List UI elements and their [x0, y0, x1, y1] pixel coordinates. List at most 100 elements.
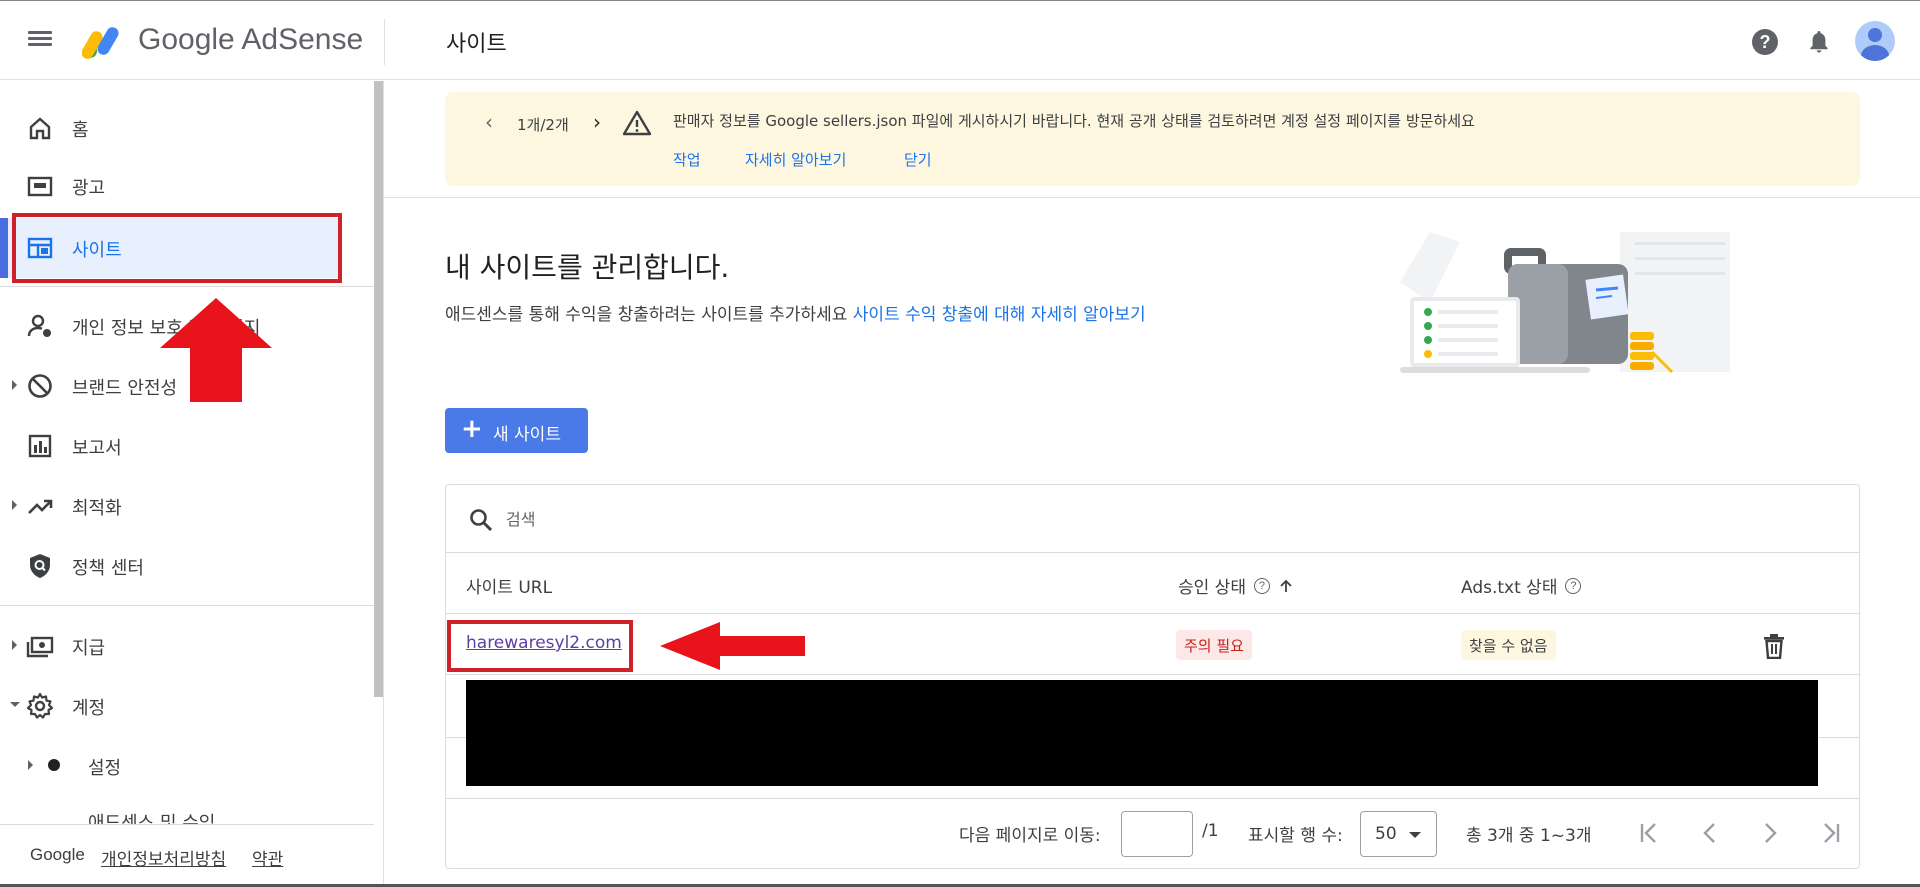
bar-chart-icon: [28, 434, 52, 458]
notice-dismiss-button[interactable]: 닫기: [904, 149, 932, 170]
annotation-box-sites: [12, 213, 342, 283]
approval-status-badge: 주의 필요: [1176, 630, 1252, 660]
prev-page-icon[interactable]: [1696, 819, 1724, 847]
sidebar-item-home[interactable]: 홈: [0, 101, 374, 153]
notice-action-button[interactable]: 작업: [673, 149, 701, 170]
top-bar: Google AdSense 사이트 ?: [0, 0, 1920, 80]
sidebar-item-reports[interactable]: 보고서: [0, 419, 374, 471]
warning-icon: [623, 110, 651, 136]
main-divider: [384, 197, 1920, 198]
notice-banner: ‹ 1개/2개 › 판매자 정보를 Google sellers.json 파일…: [445, 92, 1860, 186]
expand-caret-icon: [12, 640, 17, 650]
column-header-approval-status[interactable]: 승인 상태 ?: [1178, 573, 1294, 598]
new-site-button[interactable]: + 새 사이트: [445, 408, 588, 453]
sort-arrow-up-icon[interactable]: [1278, 578, 1294, 594]
delete-icon[interactable]: [1762, 633, 1786, 659]
sidebar-item-label: 홈: [72, 120, 89, 141]
home-icon: [29, 117, 51, 140]
expand-caret-icon: [28, 760, 33, 770]
page-total: /1: [1202, 821, 1219, 841]
menu-icon[interactable]: [28, 28, 56, 52]
goto-page-label: 다음 페이지로 이동:: [959, 826, 1101, 846]
sites-table: 사이트 URL 승인 상태 ? Ads.txt 상태 ? harewaresyl…: [445, 484, 1860, 869]
column-label: 승인 상태: [1178, 578, 1246, 598]
sidebar-item-label: 광고: [72, 178, 106, 199]
page-subtext: 애드센스를 통해 수익을 창출하려는 사이트를 추가하세요 사이트 수익 창출에…: [445, 300, 1146, 325]
last-page-icon[interactable]: [1816, 819, 1844, 847]
help-icon[interactable]: ?: [1748, 25, 1782, 59]
sidebar-scrollbar[interactable]: [374, 81, 383, 697]
page-title: 사이트: [446, 32, 507, 57]
annotation-arrow-up-icon: [160, 298, 272, 402]
subtext-body: 애드센스를 통해 수익을 창출하려는 사이트를 추가하세요: [445, 305, 848, 325]
adsense-logo-icon: [82, 27, 119, 59]
gear-icon: [26, 692, 54, 719]
help-circle-icon[interactable]: ?: [1565, 577, 1582, 594]
rows-per-page-label: 표시할 행 수:: [1248, 826, 1343, 846]
sidebar-item-settings[interactable]: 설정: [0, 739, 374, 791]
topbar-divider: [384, 19, 385, 65]
first-page-icon[interactable]: [1636, 819, 1664, 847]
rows-per-page-value: 50: [1375, 824, 1397, 844]
footer-google: Google: [30, 845, 85, 864]
notice-message: 판매자 정보를 Google sellers.json 파일에 게시하시기 바랍…: [673, 112, 1475, 130]
privacy-policy-link[interactable]: 개인정보처리방침: [101, 845, 226, 870]
briefcase-laptop-illustration: [1400, 232, 1730, 374]
sidebar-item-optimization[interactable]: 최적화: [0, 479, 374, 531]
sidebar: 홈 광고 사이트 개인 정보 보호 및 메시지 브랜드 안전성 보고서 최적화 …: [0, 81, 384, 887]
expand-caret-icon: [12, 380, 17, 390]
search-icon: [470, 509, 493, 532]
learn-monetization-link[interactable]: 사이트 수익 창출에 대해 자세히 알아보기: [853, 305, 1146, 325]
rows-per-page-select[interactable]: 50: [1360, 811, 1437, 857]
trending-up-icon: [28, 499, 53, 514]
sidebar-item-ads[interactable]: 광고: [0, 159, 374, 211]
person-settings-icon: [27, 314, 51, 337]
column-label: 사이트 URL: [466, 578, 553, 598]
column-label: Ads.txt 상태: [1461, 578, 1558, 598]
column-header-ads-txt-status[interactable]: Ads.txt 상태 ?: [1461, 573, 1582, 598]
sidebar-item-label: 보고서: [72, 438, 122, 459]
bullet-icon: [48, 759, 60, 771]
active-indicator: [0, 218, 8, 278]
table-row: harewaresyl2.com 주의 필요 찾을 수 없음: [446, 615, 1859, 675]
sidebar-item-label: 최적화: [72, 498, 122, 519]
ads-icon: [27, 176, 53, 197]
expand-caret-icon: [12, 500, 17, 510]
sidebar-item-policy-center[interactable]: 정책 센터: [0, 539, 374, 591]
collapse-caret-icon: [10, 702, 20, 707]
annotation-arrow-left-icon: [660, 622, 805, 670]
sidebar-item-account[interactable]: 계정: [0, 679, 374, 731]
sidebar-item-label: 지급: [72, 638, 106, 659]
goto-page-input[interactable]: [1121, 811, 1193, 857]
pagination-summary: 총 3개 중 1~3개: [1466, 826, 1592, 846]
page-heading: 내 사이트를 관리합니다.: [445, 251, 730, 284]
prev-notice-icon[interactable]: ‹: [485, 110, 493, 134]
terms-link[interactable]: 약관: [252, 845, 283, 870]
new-site-label: 새 사이트: [493, 425, 561, 445]
shield-search-icon: [30, 554, 50, 578]
search-input[interactable]: [506, 503, 1106, 535]
help-circle-icon[interactable]: ?: [1253, 577, 1270, 594]
block-icon: [28, 374, 52, 398]
column-header-site-url[interactable]: 사이트 URL: [466, 573, 552, 598]
table-header: 사이트 URL 승인 상태 ? Ads.txt 상태 ?: [446, 553, 1859, 614]
plus-icon: +: [461, 414, 483, 444]
sidebar-divider: [0, 286, 374, 287]
next-page-icon[interactable]: [1756, 819, 1784, 847]
sidebar-item-payments[interactable]: 지급: [0, 619, 374, 671]
sidebar-item-label: 설정: [88, 758, 122, 779]
dropdown-arrow-icon: [1409, 832, 1421, 838]
bell-icon[interactable]: [1802, 25, 1836, 59]
adsense-app: Google AdSense 사이트 ? 홈 광고 사이트 개인 정보 보호 및…: [0, 0, 1920, 887]
sidebar-item-label: 정책 센터: [72, 558, 144, 579]
table-search-row: [446, 485, 1859, 553]
avatar[interactable]: [1855, 21, 1895, 61]
notice-learn-more-link[interactable]: 자세히 알아보기: [745, 149, 846, 170]
brand-name: Google AdSense: [138, 23, 364, 56]
next-notice-icon[interactable]: ›: [593, 110, 601, 134]
sidebar-footer: Google 개인정보처리방침 약관: [0, 824, 374, 887]
ads-txt-status-badge: 찾을 수 없음: [1461, 630, 1556, 660]
payments-icon: [26, 636, 54, 658]
table-pagination: 다음 페이지로 이동: /1 표시할 행 수: 50 총 3개 중 1~3개: [446, 798, 1859, 868]
redacted-rows: [466, 680, 1818, 786]
